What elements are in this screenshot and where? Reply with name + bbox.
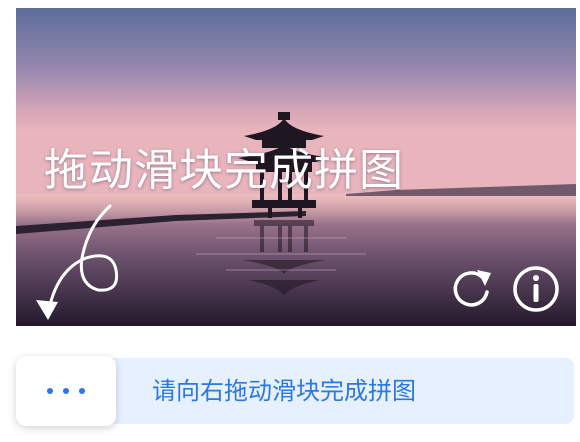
info-button[interactable]: [511, 264, 561, 314]
ellipsis-icon: [79, 388, 85, 394]
slider-instruction: 请向右拖动滑块完成拼图: [152, 377, 416, 405]
ellipsis-icon: [63, 388, 69, 394]
slider-handle[interactable]: [16, 356, 116, 426]
puzzle-overlay-text: 拖动滑块完成拼图: [44, 145, 404, 196]
refresh-icon: [453, 270, 491, 307]
slider-captcha: 拖动滑块完成拼图 请向右拖动滑块完成拼图: [0, 0, 580, 442]
ellipsis-icon: [47, 388, 53, 394]
curved-arrow-down-icon: [36, 204, 119, 320]
refresh-button[interactable]: [447, 264, 497, 314]
info-icon: [513, 266, 559, 312]
